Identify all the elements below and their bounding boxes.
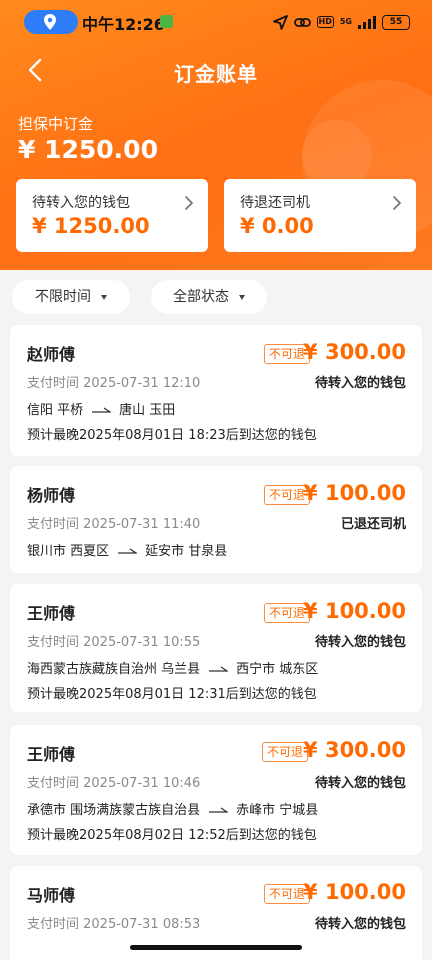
record-amount: ¥ 300.00 [303, 340, 406, 364]
caret-down-icon [101, 294, 107, 300]
route-to: 唐山 玉田 [119, 403, 176, 418]
location-pin-icon [44, 14, 56, 30]
route-to: 西宁市 城东区 [236, 662, 319, 677]
route: 银川市 西夏区 延安市 甘泉县 [27, 540, 227, 559]
route: 承德市 围场满族蒙古族自治县 赤峰市 宁城县 [27, 799, 318, 818]
network-type: 5G [339, 17, 352, 26]
route-from: 银川市 西夏区 [27, 544, 110, 559]
route-arrow-icon [209, 806, 229, 813]
arrival-estimate: 预计最晚2025年08月02日 12:52后到达您的钱包 [27, 828, 317, 843]
record-amount: ¥ 300.00 [303, 738, 406, 762]
driver-name: 王师傅 [27, 604, 76, 623]
deposit-record[interactable]: 杨师傅 不可退 ¥ 100.00 支付时间 2025-07-31 11:40 已… [10, 466, 422, 573]
driver-name: 马师傅 [27, 886, 76, 905]
status-filter-label: 全部状态 [173, 289, 229, 305]
driver-name: 赵师傅 [27, 345, 76, 364]
route-arrow-icon [209, 665, 229, 672]
location-pill[interactable] [24, 10, 78, 34]
deposit-record[interactable]: 王师傅 不可退 ¥ 300.00 支付时间 2025-07-31 10:46 待… [10, 725, 422, 855]
status-time: 中午12:26 [82, 15, 165, 34]
driver-name: 王师傅 [27, 745, 76, 764]
route-from: 承德市 围场满族蒙古族自治县 [27, 803, 201, 818]
route-to: 赤峰市 宁城县 [236, 803, 319, 818]
time-filter-label: 不限时间 [35, 289, 91, 305]
battery-icon: 55 [382, 14, 410, 30]
message-app-icon [160, 15, 173, 28]
summary-card-label: 待转入您的钱包 [32, 195, 130, 211]
route-arrow-icon [118, 547, 138, 554]
route-from: 信阳 平桥 [27, 403, 84, 418]
signal-icon [358, 15, 376, 29]
summary-card-to-wallet[interactable]: 待转入您的钱包 ¥ 1250.00 [16, 179, 208, 252]
driver-name: 杨师傅 [27, 486, 76, 505]
header-banner: 中午12:26 HD 5G 55 订金账单 担保中订金 ¥ 1250.00 待转… [0, 0, 432, 270]
caret-down-icon [239, 294, 245, 300]
pay-time: 支付时间 2025-07-31 08:53 [27, 917, 201, 932]
record-state: 已退还司机 [340, 517, 406, 532]
route: 海西蒙古族藏族自治州 乌兰县 西宁市 城东区 [27, 658, 318, 677]
pay-time: 支付时间 2025-07-31 11:40 [27, 517, 201, 532]
record-state: 待转入您的钱包 [314, 635, 406, 650]
record-state: 待转入您的钱包 [314, 376, 406, 391]
route-to: 延安市 甘泉县 [145, 544, 228, 559]
deposit-record[interactable]: 王师傅 不可退 ¥ 100.00 支付时间 2025-07-31 10:55 待… [10, 584, 422, 712]
deposit-record[interactable]: 赵师傅 不可退 ¥ 300.00 支付时间 2025-07-31 12:10 待… [10, 325, 422, 456]
non-refundable-badge: 不可退 [261, 742, 308, 762]
route-from: 海西蒙古族藏族自治州 乌兰县 [27, 662, 201, 677]
status-bar: 中午12:26 HD 5G 55 [0, 0, 432, 44]
status-icons: HD 5G 55 [272, 12, 410, 32]
link-icon [293, 17, 311, 27]
record-state: 待转入您的钱包 [314, 776, 406, 791]
holding-amount: ¥ 1250.00 [18, 135, 158, 164]
chevron-right-icon [185, 196, 193, 210]
pay-time: 支付时间 2025-07-31 12:10 [27, 376, 201, 391]
time-filter-dropdown[interactable]: 不限时间 [12, 280, 130, 314]
chevron-right-icon [393, 196, 401, 210]
hd-icon: HD [316, 16, 334, 28]
holding-label: 担保中订金 [18, 115, 94, 133]
home-indicator[interactable] [130, 945, 302, 950]
status-filter-dropdown[interactable]: 全部状态 [151, 280, 267, 314]
summary-card-amount: ¥ 1250.00 [32, 214, 150, 238]
navigation-arrow-icon [272, 14, 288, 30]
summary-card-label: 待退还司机 [240, 195, 310, 211]
route: 信阳 平桥 唐山 玉田 [27, 399, 175, 418]
pay-time: 支付时间 2025-07-31 10:46 [27, 776, 201, 791]
record-amount: ¥ 100.00 [303, 599, 406, 623]
page-title: 订金账单 [174, 62, 258, 86]
summary-card-amount: ¥ 0.00 [240, 214, 314, 238]
route-arrow-icon [92, 406, 112, 413]
record-amount: ¥ 100.00 [303, 880, 406, 904]
record-state: 待转入您的钱包 [314, 917, 406, 932]
pay-time: 支付时间 2025-07-31 10:55 [27, 635, 201, 650]
arrival-estimate: 预计最晚2025年08月01日 12:31后到达您的钱包 [27, 687, 317, 702]
record-amount: ¥ 100.00 [303, 481, 406, 505]
arrival-estimate: 预计最晚2025年08月01日 18:23后到达您的钱包 [27, 428, 317, 443]
summary-card-refund-driver[interactable]: 待退还司机 ¥ 0.00 [224, 179, 416, 252]
